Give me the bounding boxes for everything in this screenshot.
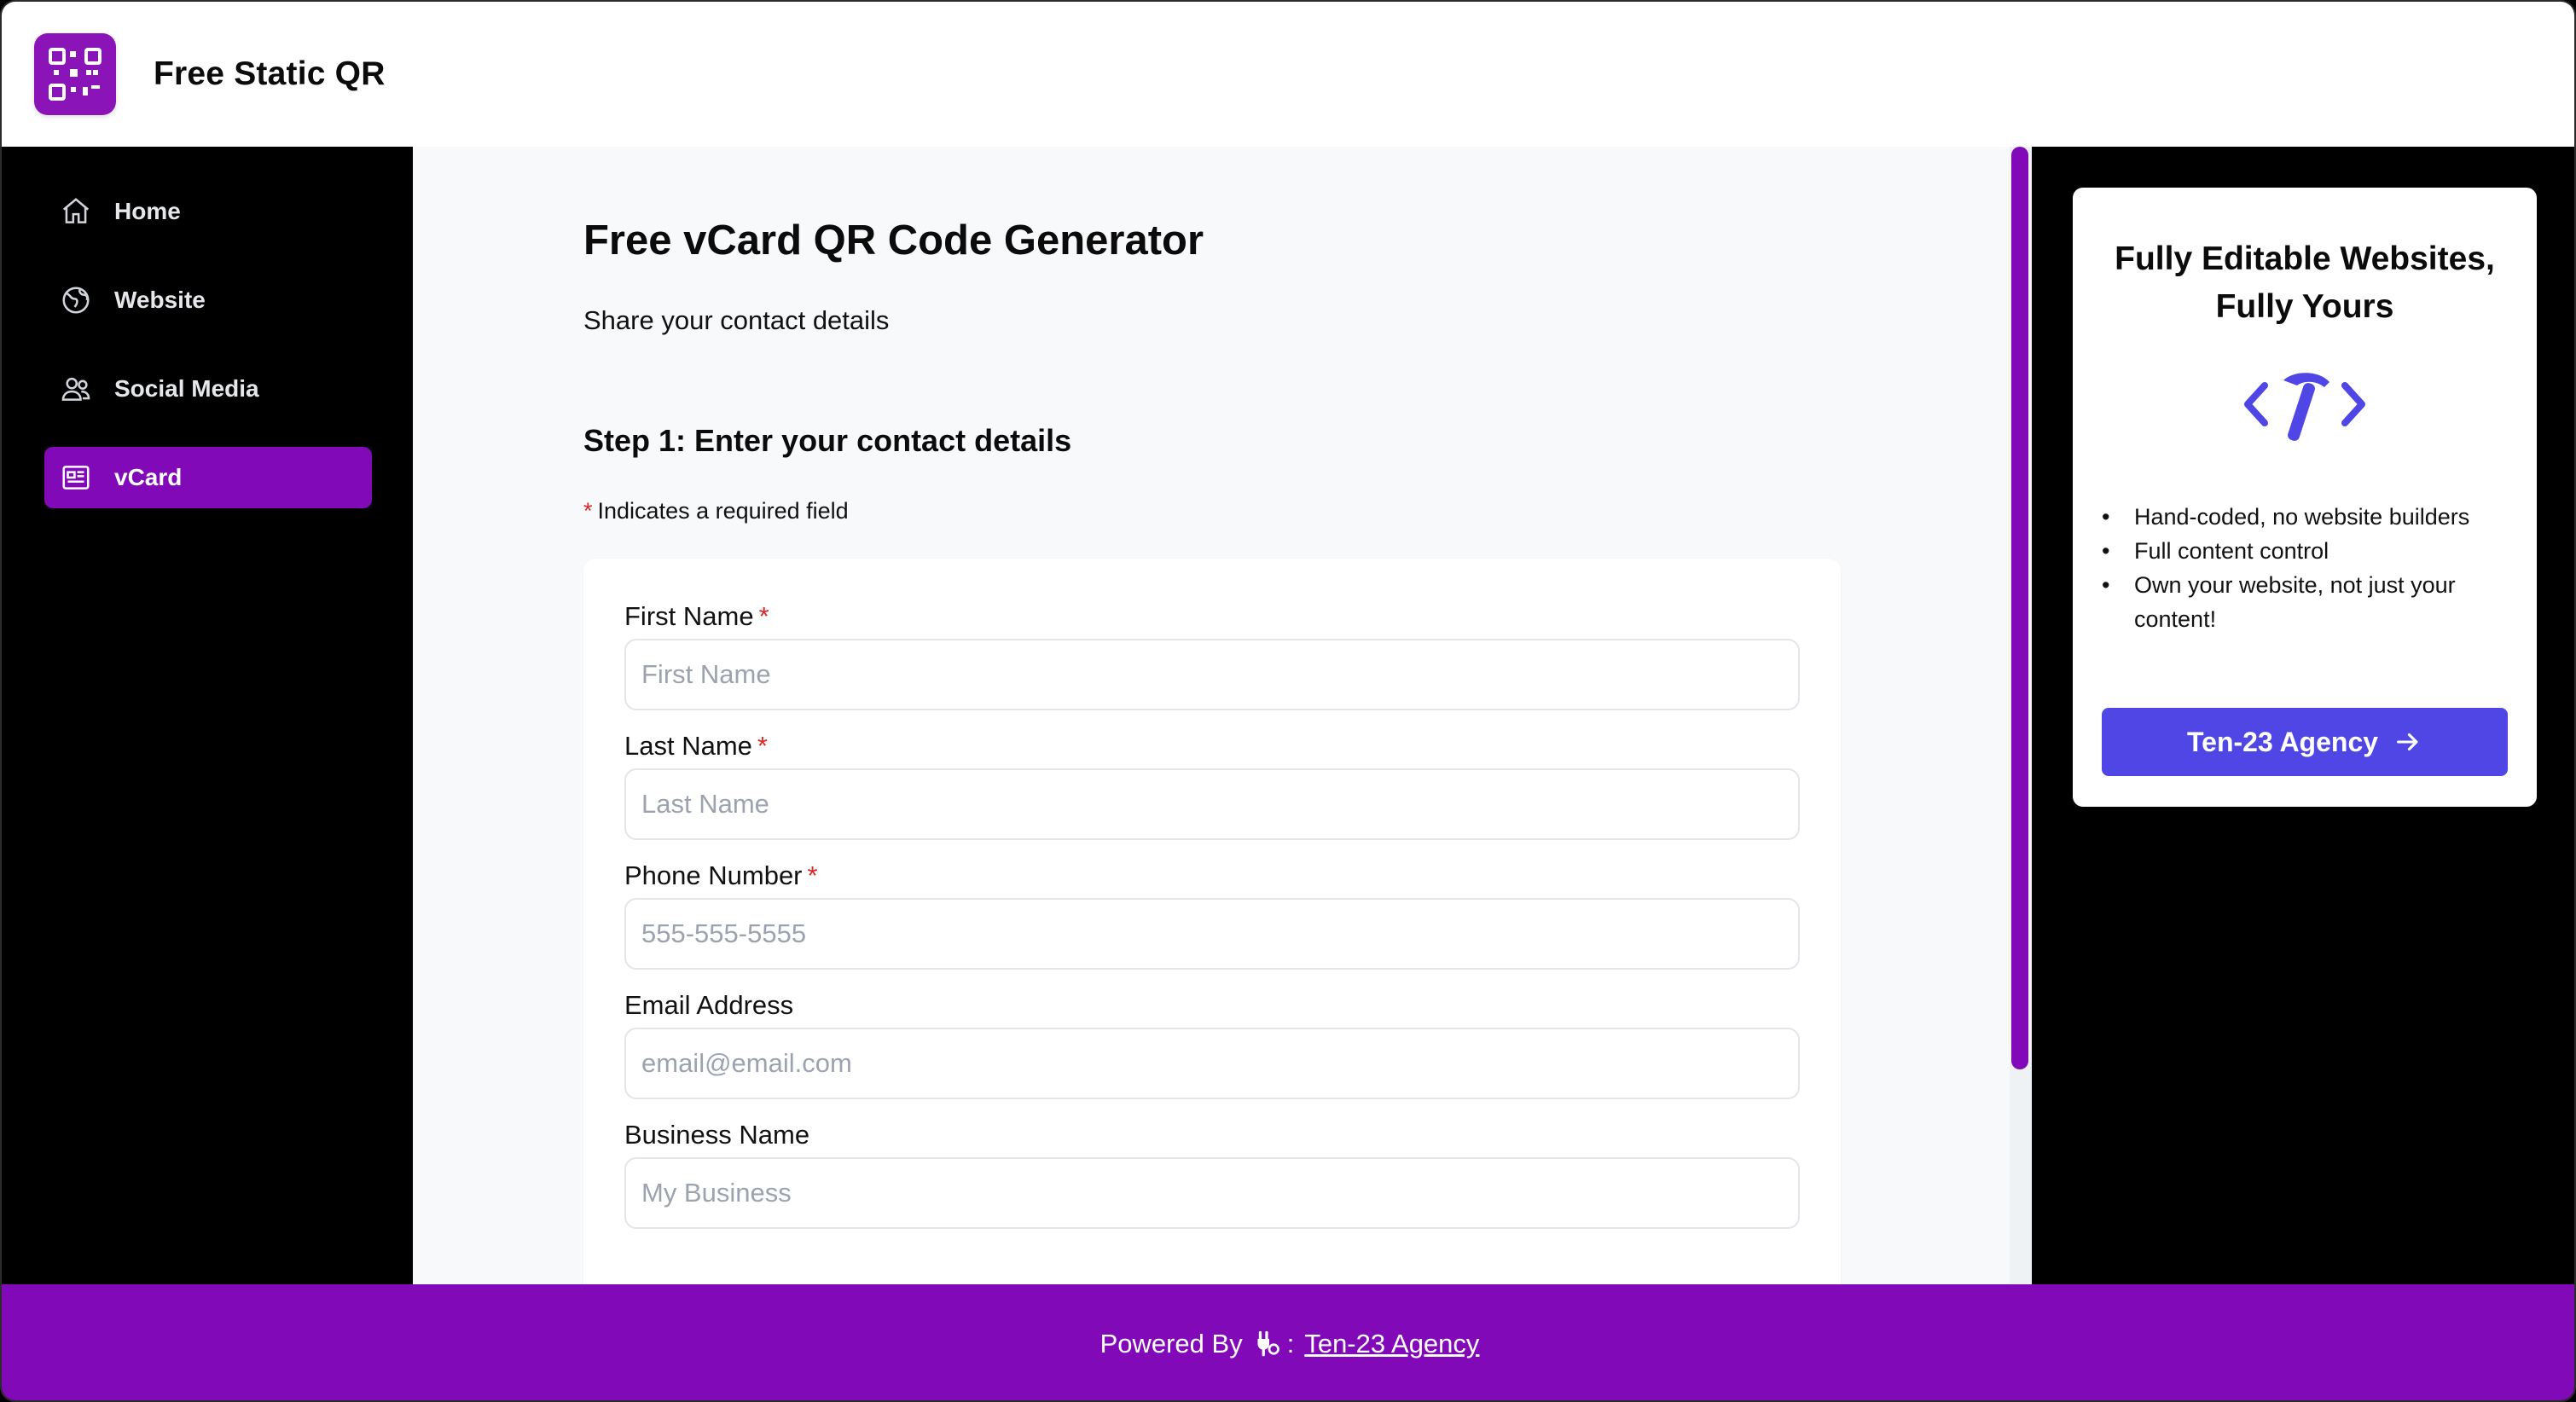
first-name-label-text: First Name <box>624 601 754 631</box>
app-title: Free Static QR <box>154 55 386 92</box>
required-note-text: Indicates a required field <box>597 498 849 524</box>
promo-card: Fully Editable Websites, Fully Yours Han… <box>2073 188 2537 807</box>
step-title: Step 1: Enter your contact details <box>583 423 1072 458</box>
plug-icon <box>1257 1330 1279 1357</box>
ten23-agency-link[interactable]: Ten-23 Agency <box>1304 1329 1479 1359</box>
app-window: Free Static QR Home Website Social Media… <box>0 0 2576 1402</box>
page-title: Free vCard QR Code Generator <box>583 217 1204 264</box>
ten23-agency-button[interactable]: Ten-23 Agency <box>2102 708 2508 776</box>
first-name-group: First Name * <box>624 601 1800 710</box>
sidebar-item-label: vCard <box>114 464 183 490</box>
required-star: * <box>757 731 768 761</box>
sidebar-item-label: Home <box>114 198 181 224</box>
last-name-group: Last Name * <box>624 731 1800 840</box>
business-name-label: Business Name <box>624 1120 810 1150</box>
promo-feature-list: Hand-coded, no website builders Full con… <box>2102 500 2508 636</box>
home-icon <box>62 198 90 223</box>
page-subtitle: Share your contact details <box>583 305 890 335</box>
promo-title: Fully Editable Websites, Fully Yours <box>2115 240 2495 325</box>
phone-number-label-text: Phone Number <box>624 860 803 890</box>
phone-number-label: Phone Number * <box>624 860 1800 891</box>
email-address-input[interactable] <box>624 1028 1800 1099</box>
top-header: Free Static QR <box>2 2 2574 147</box>
list-item: Own your website, not just your content! <box>2102 568 2508 636</box>
phone-number-input[interactable] <box>624 898 1800 970</box>
sidebar-item-website[interactable]: Website <box>44 269 372 331</box>
contact-form: First Name* Last Name* Phone Number* Ema… <box>583 559 1841 1284</box>
sidebar-item-vcard[interactable]: vCard <box>44 447 372 508</box>
list-item: Hand-coded, no website builders <box>2102 500 2508 534</box>
business-name-input[interactable] <box>624 1157 1800 1229</box>
last-name-label-text: Last Name <box>624 731 752 761</box>
first-name-label: First Name * <box>624 601 1800 632</box>
arrow-right-icon <box>2397 733 2418 751</box>
right-panel: Fully Editable Websites, Fully Yours Han… <box>2032 147 2574 1284</box>
required-star: * <box>583 498 593 524</box>
sidebar: Home Website Social Media vCard <box>2 147 413 1284</box>
required-star: * <box>758 601 769 631</box>
main-content: Free vCard QR Code Generator Share your … <box>413 147 2032 1284</box>
id-card-icon <box>62 466 90 490</box>
sidebar-item-label: Website <box>114 287 206 313</box>
sidebar-item-home[interactable]: Home <box>44 181 372 242</box>
sidebar-item-label: Social Media <box>114 375 259 402</box>
first-name-input[interactable] <box>624 639 1800 710</box>
scrollbar-track[interactable] <box>2010 147 2032 1284</box>
required-note: * Indicates a required field <box>583 498 1841 524</box>
globe-icon <box>62 287 90 314</box>
last-name-input[interactable] <box>624 768 1800 840</box>
ten23-agency-button-label: Ten-23 Agency <box>2186 726 2379 757</box>
scrollbar-thumb[interactable] <box>2011 147 2028 1069</box>
list-item: Full content control <box>2102 534 2508 568</box>
qr-logo-icon[interactable] <box>34 33 116 115</box>
powered-by-text: Powered By <box>1099 1329 1243 1359</box>
sidebar-item-social-media[interactable]: Social Media <box>44 358 372 420</box>
users-icon <box>61 377 90 401</box>
phone-number-group: Phone Number * <box>624 860 1800 970</box>
footer: Powered By : Ten-23 Agency <box>2 1284 2574 1400</box>
email-address-label: Email Address <box>624 990 794 1020</box>
required-star: * <box>807 860 818 890</box>
email-address-group: Email Address <box>624 990 1800 1099</box>
business-name-group: Business Name <box>624 1120 1800 1229</box>
footer-separator: : <box>1286 1329 1295 1359</box>
code-hammer-icon <box>2102 362 2508 447</box>
last-name-label: Last Name * <box>624 731 1800 762</box>
